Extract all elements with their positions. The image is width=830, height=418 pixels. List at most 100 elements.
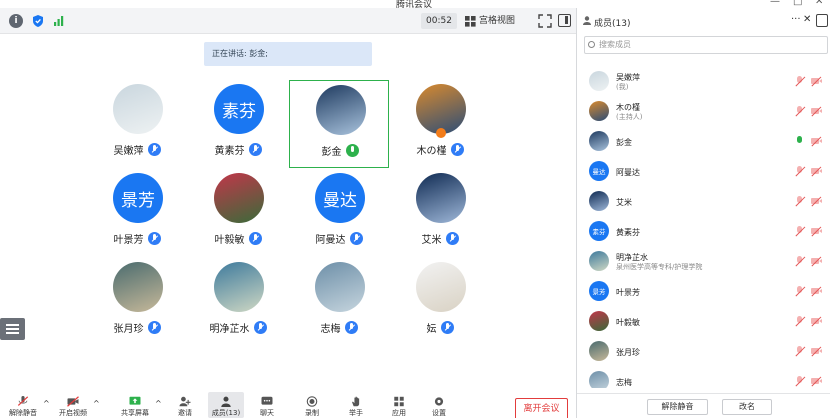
collapse-menu-button[interactable] <box>0 318 25 340</box>
mic-muted-icon[interactable] <box>795 256 806 267</box>
mic-muted-icon[interactable] <box>795 346 806 357</box>
raise-hand-label: 举手 <box>349 409 363 417</box>
grid-icon <box>465 15 476 27</box>
participant-tile[interactable]: 木の槿 <box>390 80 490 168</box>
participant-avatar <box>214 173 264 223</box>
camera-off-icon[interactable] <box>811 136 822 147</box>
hand-icon <box>352 396 360 407</box>
camera-off-icon[interactable] <box>811 166 822 177</box>
member-row[interactable]: 吴嫩萍 (我) <box>577 66 830 96</box>
mic-muted-icon[interactable] <box>795 286 806 297</box>
search-icon <box>588 41 595 48</box>
member-subtitle: 泉州医学高等专科/护理学院 <box>616 263 703 271</box>
member-row[interactable]: 曼达 阿曼达 <box>577 156 830 186</box>
share-screen-icon <box>129 396 141 405</box>
mic-muted-icon[interactable] <box>795 196 806 207</box>
member-row[interactable]: 志梅 <box>577 366 830 388</box>
grid-view-button[interactable]: 宫格视图 <box>462 13 519 29</box>
title-bar: 腾讯会议 — □ ✕ <box>0 0 830 10</box>
member-row[interactable]: 张月珍 <box>577 336 830 366</box>
member-row[interactable]: 木の槿 (主持人) <box>577 96 830 126</box>
minimize-button[interactable]: — <box>770 0 780 7</box>
member-row[interactable]: 景芳 叶景芳 <box>577 276 830 306</box>
camera-off-icon[interactable] <box>811 226 822 237</box>
member-subtitle: (主持人) <box>616 113 643 121</box>
chevron-up-icon[interactable]: ^ <box>155 399 162 408</box>
member-row[interactable]: 素芬 黄素芬 <box>577 216 830 246</box>
camera-off-icon[interactable] <box>811 106 822 117</box>
member-avatar <box>589 101 609 121</box>
member-row[interactable]: 明净芷水 泉州医学高等专科/护理学院 <box>577 246 830 276</box>
members-button[interactable]: 成员(13) <box>208 392 244 418</box>
camera-off-icon[interactable] <box>811 196 822 207</box>
fullscreen-icon[interactable] <box>538 14 552 28</box>
share-screen-button[interactable]: 共享屏幕 <box>120 396 150 418</box>
participant-tile[interactable]: 景芳 叶景芳 <box>87 169 187 257</box>
mic-muted-icon[interactable] <box>795 106 806 117</box>
participant-tile[interactable]: 叶毅敏 <box>188 169 288 257</box>
chat-button[interactable]: 聊天 <box>252 396 282 418</box>
video-off-icon <box>67 396 79 407</box>
participant-tile[interactable]: 彭金 <box>289 80 389 168</box>
more-options-icon[interactable]: ··· <box>791 14 801 25</box>
participant-tile[interactable]: 张月珍 <box>87 258 187 346</box>
leave-meeting-button[interactable]: 离开会议 <box>515 398 568 418</box>
unmute-button[interactable]: 解除静音 <box>8 396 38 418</box>
chevron-up-icon[interactable]: ^ <box>93 399 100 408</box>
panel-layout-icon[interactable] <box>816 14 828 27</box>
close-window-button[interactable]: ✕ <box>815 0 823 7</box>
participant-name-row: 张月珍 <box>87 320 187 335</box>
camera-off-icon[interactable] <box>811 286 822 297</box>
camera-off-icon[interactable] <box>811 376 822 387</box>
camera-off-icon[interactable] <box>811 316 822 327</box>
sidebar-toggle-icon[interactable] <box>558 14 571 27</box>
rename-button[interactable]: 改名 <box>722 399 772 415</box>
member-row[interactable]: 艾米 <box>577 186 830 216</box>
participant-tile[interactable]: 吴嫩萍 <box>87 80 187 168</box>
member-row[interactable]: 彭金 <box>577 126 830 156</box>
start-video-button[interactable]: 开启视频 <box>58 396 88 418</box>
participant-tile[interactable]: 曼达 阿曼达 <box>289 169 389 257</box>
maximize-button[interactable]: □ <box>793 0 802 7</box>
mic-muted-icon[interactable] <box>795 316 806 327</box>
chevron-up-icon[interactable]: ^ <box>43 399 50 408</box>
settings-label: 设置 <box>432 409 446 417</box>
participant-tile[interactable]: 志梅 <box>289 258 389 346</box>
camera-off-icon[interactable] <box>811 256 822 267</box>
member-avatar: 素芬 <box>589 221 609 241</box>
member-avatar <box>589 311 609 331</box>
member-avatar <box>589 341 609 361</box>
member-row[interactable]: 叶毅敏 <box>577 306 830 336</box>
signal-icon[interactable] <box>52 14 66 28</box>
unmute-all-button[interactable]: 解除静音 <box>647 399 708 415</box>
camera-off-icon[interactable] <box>811 76 822 87</box>
record-button[interactable]: 录制 <box>297 396 327 418</box>
muted-mic-icon <box>17 396 29 406</box>
participant-name: 彭金 <box>321 147 342 158</box>
participant-tile[interactable]: 妘 <box>390 258 490 346</box>
invite-button[interactable]: 邀请 <box>170 396 200 418</box>
mic-muted-icon[interactable] <box>795 376 806 387</box>
mic-muted-icon[interactable] <box>795 226 806 237</box>
mic-muted-icon <box>147 232 161 245</box>
participant-tile[interactable]: 素芬 黄素芬 <box>188 80 288 168</box>
close-panel-icon[interactable]: ✕ <box>803 14 811 25</box>
participant-name-row: 明净芷水 <box>188 320 288 335</box>
participant-avatar <box>113 84 163 134</box>
apps-button[interactable]: 应用 <box>384 396 414 418</box>
settings-button[interactable]: 设置 <box>424 396 454 418</box>
members-label: 成员(13) <box>211 409 241 417</box>
shield-icon[interactable] <box>31 14 45 28</box>
meeting-window: 腾讯会议 — □ ✕ i 00:52 宫格视图 正在讲话: 彭金; 吴嫩萍 素芬黄… <box>0 0 830 418</box>
mic-muted-icon[interactable] <box>795 76 806 87</box>
info-icon[interactable]: i <box>9 14 23 28</box>
raise-hand-button[interactable]: 举手 <box>341 396 371 418</box>
member-search-input[interactable]: 搜索成员 <box>584 36 828 54</box>
gear-icon <box>434 397 444 406</box>
mic-muted-icon <box>450 143 464 156</box>
mic-on-icon[interactable] <box>795 136 804 147</box>
participant-tile[interactable]: 明净芷水 <box>188 258 288 346</box>
participant-tile[interactable]: 艾米 <box>390 169 490 257</box>
camera-off-icon[interactable] <box>811 346 822 357</box>
mic-muted-icon[interactable] <box>795 166 806 177</box>
